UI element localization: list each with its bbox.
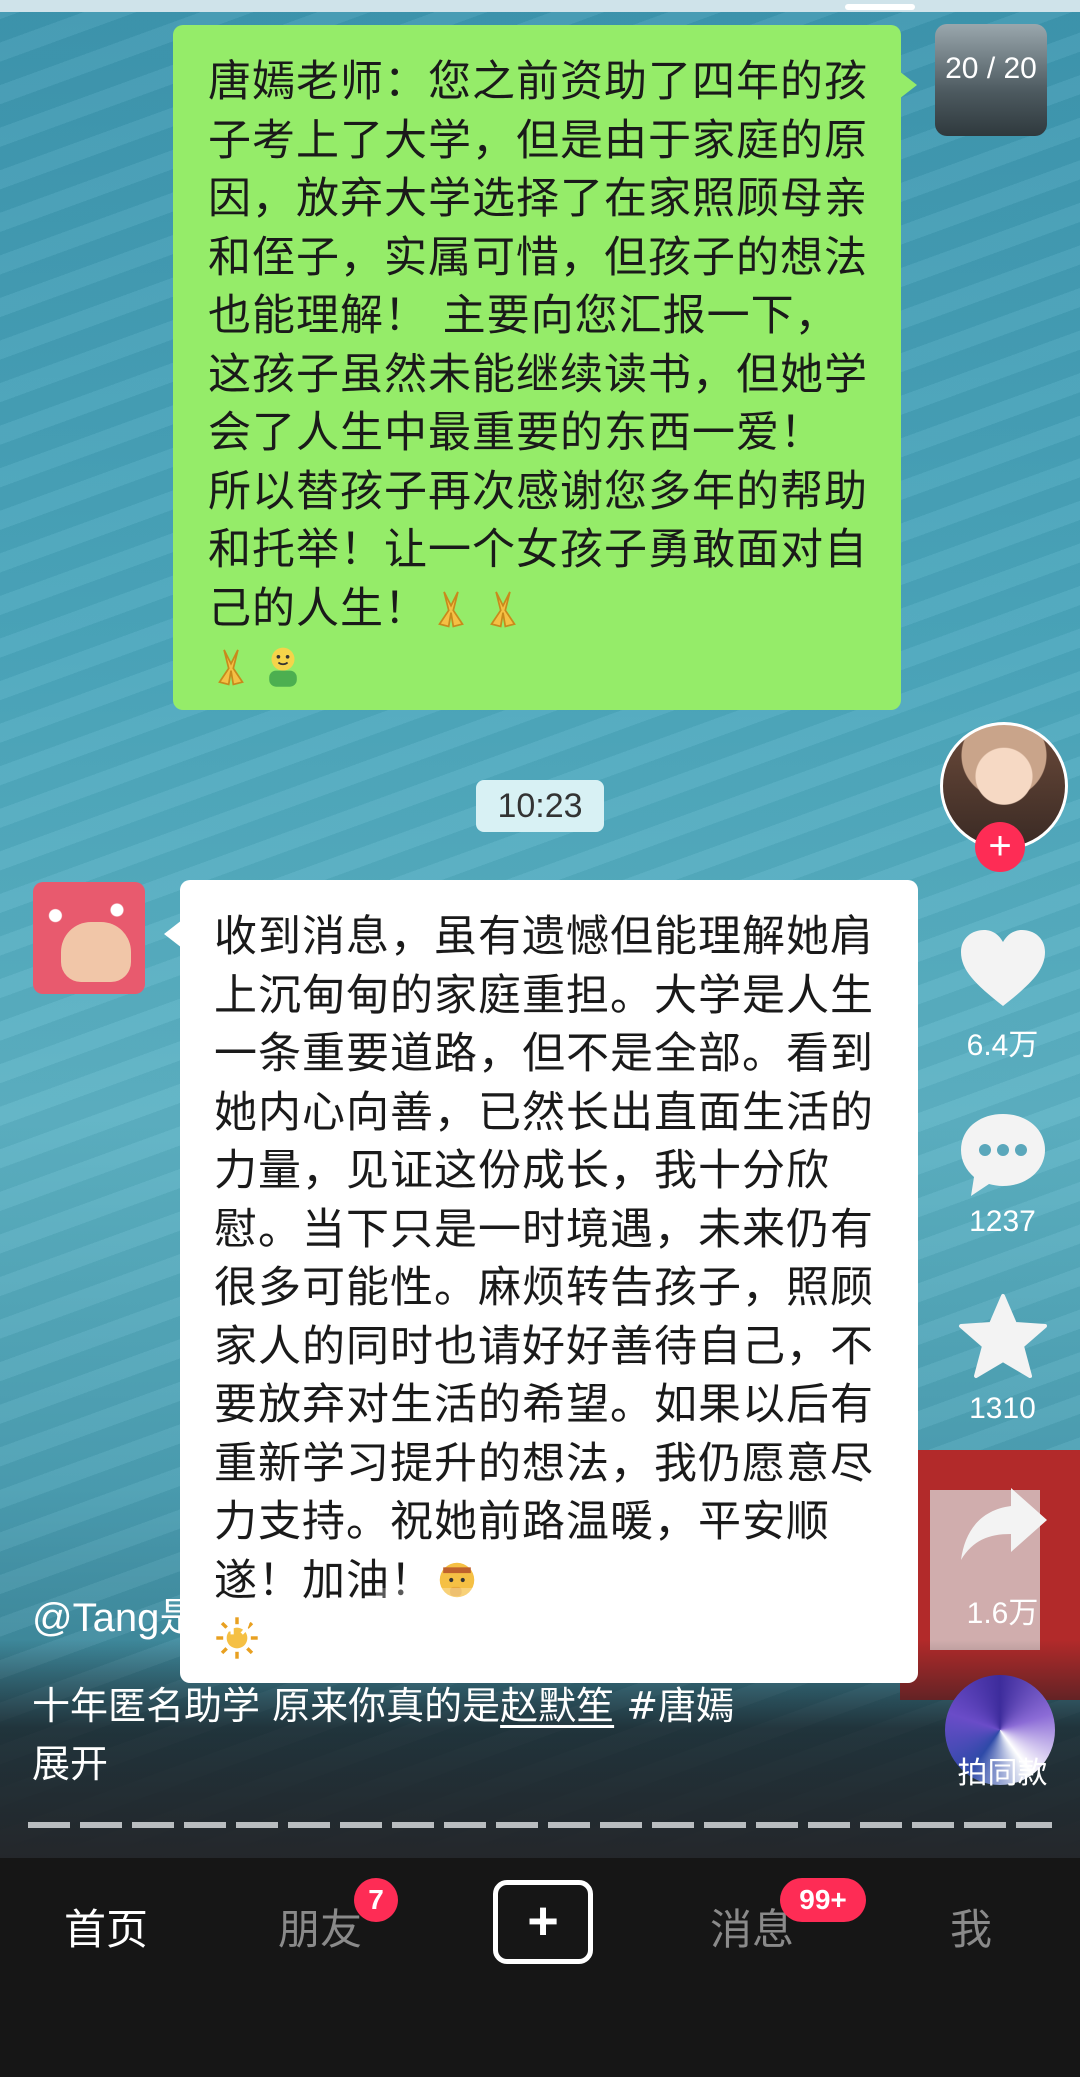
outgoing-text: 唐嫣老师：您之前资助了四年的孩子考上了大学，但是由于家庭的原因，放弃大学选择了在… [208,57,868,634]
share-count: 1.6万 [966,1597,1039,1630]
page-count: 20 / 20 [945,52,1037,85]
comment-icon[interactable] [955,1108,1051,1204]
author-name[interactable]: @Tang是白月光 [32,1585,319,1643]
star-icon[interactable] [955,1290,1051,1386]
nav-tab-friends[interactable]: 朋友 [278,1896,362,1957]
comment-count: 1237 [969,1205,1036,1238]
copy-icon [388,1598,414,1624]
use-template-label[interactable]: 拍同款 [940,1748,1065,1792]
message-timestamp: 10:23 [476,780,604,832]
outgoing-message-bubble: 唐嫣老师：您之前资助了四年的孩子考上了大学，但是由于家庭的原因，放弃大学选择了在… [173,25,917,710]
outgoing-message-text: 唐嫣老师：您之前资助了四年的孩子考上了大学，但是由于家庭的原因，放弃大学选择了在… [208,53,873,697]
author-prefix: @Tang [32,1596,160,1640]
follow-button[interactable]: + [975,822,1025,872]
incoming-message-text: 收到消息，虽有遗憾但能理解她肩上沉甸甸的家庭重担。大学是人生一条重要道路，但不是… [214,908,904,1669]
author-suffix: 是白月光 [159,1595,320,1641]
incoming-message-bubble: 收到消息，虽有遗憾但能理解她肩上沉甸甸的家庭重担。大学是人生一条重要道路，但不是… [164,880,918,1683]
expand-link[interactable]: 展开 [32,1733,108,1788]
sender-avatar[interactable] [33,882,145,994]
status-strip [0,0,1080,12]
like-count: 6.4万 [966,1029,1039,1062]
incoming-text: 收到消息，虽有遗憾但能理解她肩上沉甸甸的家庭重担。大学是人生一条重要道路，但不是… [214,912,874,1606]
caption-prefix: 十年匿名助学 原来你真的是 [32,1684,501,1728]
pray-emoji-icon [218,649,244,686]
post-caption[interactable]: 十年匿名助学 原来你真的是赵默笙 #唐嫣 [32,1675,734,1730]
friends-badge: 7 [354,1878,398,1922]
smiley-emoji-icon [269,647,297,687]
pray-emoji-icon [490,591,516,627]
image-progress-bar[interactable] [28,1822,1052,1828]
favorite-count: 1310 [969,1392,1036,1425]
plus-icon: + [527,1891,559,1951]
caption-mention[interactable]: 赵默笙 [500,1684,614,1728]
nav-tab-home[interactable]: 首页 [64,1896,148,1957]
image-page-indicator[interactable]: 20 / 20 [935,24,1047,136]
status-notch [845,4,915,10]
pray-emoji-icon [438,591,464,627]
create-post-button[interactable]: + [493,1880,593,1964]
nav-tab-me[interactable]: 我 [950,1896,992,1957]
caption-hashtag[interactable]: #唐嫣 [614,1684,734,1728]
image-text-badge: 图文 [376,1588,497,1636]
avatar-hand [61,922,131,982]
messages-badge: 99+ [780,1878,866,1922]
heart-icon[interactable] [955,922,1051,1018]
badge-label: 图文 [424,1595,481,1628]
share-icon[interactable] [955,1478,1051,1574]
